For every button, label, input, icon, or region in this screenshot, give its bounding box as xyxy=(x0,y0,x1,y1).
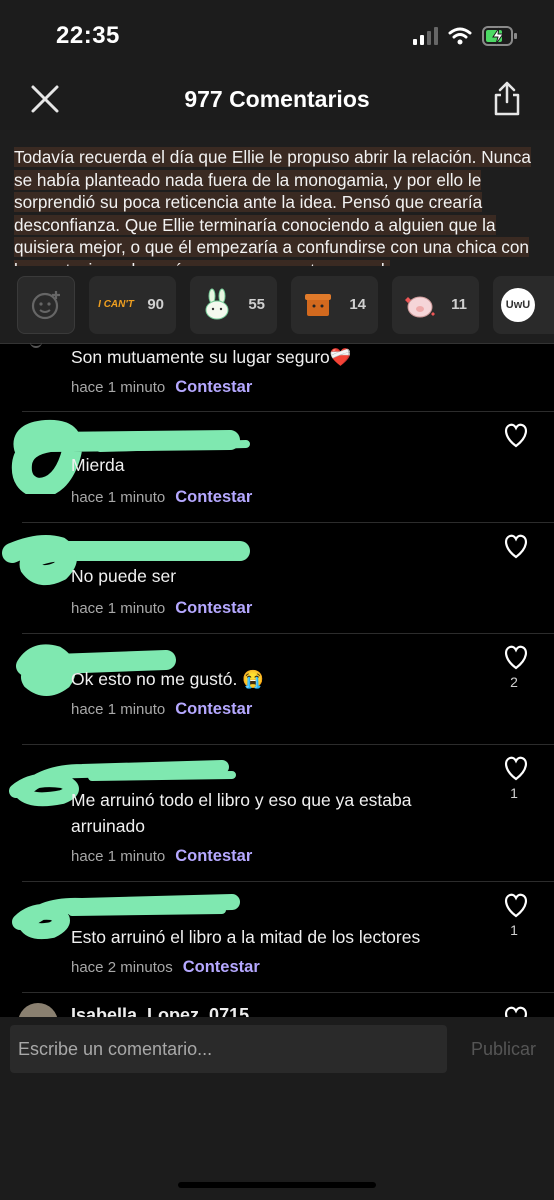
comment-meta: hace 1 minuto Contestar xyxy=(71,488,252,507)
comment-time: hace 1 minuto xyxy=(71,600,166,617)
battery-charging-icon xyxy=(482,26,517,46)
like-heart-icon[interactable] xyxy=(502,644,530,670)
wifi-icon xyxy=(448,27,472,45)
reaction-uwu[interactable]: UwU 7 xyxy=(493,275,554,334)
comment-item: 1 Esto arruinó el libro a la mitad de lo… xyxy=(12,882,554,993)
reaction-count: 90 xyxy=(147,296,164,313)
cellular-signal-icon xyxy=(413,27,438,45)
reply-button[interactable]: Contestar xyxy=(183,958,260,976)
share-icon[interactable] xyxy=(492,80,522,116)
reply-button[interactable]: Contestar xyxy=(175,599,252,617)
comment-item: Son mutuamente su lugar seguro❤️‍🩹 hace … xyxy=(22,344,554,412)
comment-input-bar: Publicar xyxy=(0,1017,554,1200)
reply-button[interactable]: Contestar xyxy=(175,378,252,396)
comment-text: Son mutuamente su lugar seguro❤️‍🩹 xyxy=(71,347,352,367)
comment-time: hace 1 minuto xyxy=(71,379,166,396)
reaction-i-cant[interactable]: I CAN'T 90 xyxy=(89,275,176,334)
comment-text: Mierda xyxy=(71,455,125,475)
comment-meta: hace 1 minuto Contestar xyxy=(71,700,252,719)
reactions-bar: I CAN'T 90 55 14 11 UwU 7 xyxy=(0,266,554,344)
like-heart-icon[interactable] xyxy=(502,422,530,448)
reaction-pig[interactable]: 11 xyxy=(392,275,479,334)
uwu-sticker-icon: UwU xyxy=(501,287,535,322)
comment-time: hace 1 minuto xyxy=(71,701,166,718)
pig-sticker-icon xyxy=(405,296,435,317)
add-reaction-button[interactable] xyxy=(17,275,75,334)
comments-list: Son mutuamente su lugar seguro❤️‍🩹 hace … xyxy=(0,344,554,1043)
quoted-paragraph: Todavía recuerda el día que Ellie le pro… xyxy=(0,130,554,266)
comment-meta: hace 1 minuto Contestar xyxy=(71,378,252,397)
reaction-count: 14 xyxy=(349,296,366,313)
reaction-count: 11 xyxy=(451,296,467,313)
comment-text: Ok esto no me gustó. 😭 xyxy=(71,669,264,689)
comment-item: Mierda hace 1 minuto Contestar xyxy=(11,412,554,523)
comment-meta: hace 1 minuto Contestar xyxy=(71,847,252,866)
reply-button[interactable]: Contestar xyxy=(175,847,252,865)
like-heart-icon[interactable] xyxy=(502,755,530,781)
comment-item: 1 Me arruinó todo el libro y eso que ya … xyxy=(9,745,554,882)
reply-button[interactable]: Contestar xyxy=(175,488,252,506)
status-bar: 22:35 xyxy=(0,0,554,74)
reaction-count: 55 xyxy=(248,296,265,313)
like-heart-icon[interactable] xyxy=(502,533,530,559)
comment-time: hace 1 minuto xyxy=(71,848,166,865)
add-reaction-icon xyxy=(31,290,60,319)
comment-meta: hace 1 minuto Contestar xyxy=(71,599,252,618)
like-count: 1 xyxy=(510,922,518,938)
comment-text: Esto arruinó el libro a la mitad de los … xyxy=(71,927,421,947)
box-sticker-icon xyxy=(305,293,331,316)
avatar xyxy=(30,340,42,348)
comment-text: No puede ser xyxy=(71,566,177,586)
comment-time: hace 2 minutos xyxy=(71,959,173,976)
like-count: 2 xyxy=(510,674,518,690)
reply-button[interactable]: Contestar xyxy=(175,700,252,718)
comment-meta: hace 2 minutos Contestar xyxy=(71,958,260,977)
comment-time: hace 1 minuto xyxy=(71,489,166,506)
comment-text: Me arruinó todo el libro y eso que ya es… xyxy=(71,790,412,836)
reaction-box[interactable]: 14 xyxy=(291,275,378,334)
reaction-bunny[interactable]: 55 xyxy=(190,275,277,334)
bunny-sticker-icon xyxy=(205,288,229,319)
home-indicator xyxy=(178,1182,376,1188)
publish-button[interactable]: Publicar xyxy=(471,1039,536,1060)
quoted-text: Todavía recuerda el día que Ellie le pro… xyxy=(14,147,531,266)
comment-input[interactable] xyxy=(10,1025,447,1073)
page-title: 977 Comentarios xyxy=(184,86,370,112)
comment-item: No puede ser hace 1 minuto Contestar xyxy=(2,523,554,634)
i-cant-sticker-icon: I CAN'T xyxy=(98,299,134,310)
header: 977 Comentarios xyxy=(0,74,554,130)
status-time: 22:35 xyxy=(56,22,120,49)
like-count: 1 xyxy=(510,785,518,801)
like-heart-icon[interactable] xyxy=(502,892,530,918)
comment-item: 2 Ok esto no me gustó. 😭 hace 1 minuto Co… xyxy=(16,634,554,745)
